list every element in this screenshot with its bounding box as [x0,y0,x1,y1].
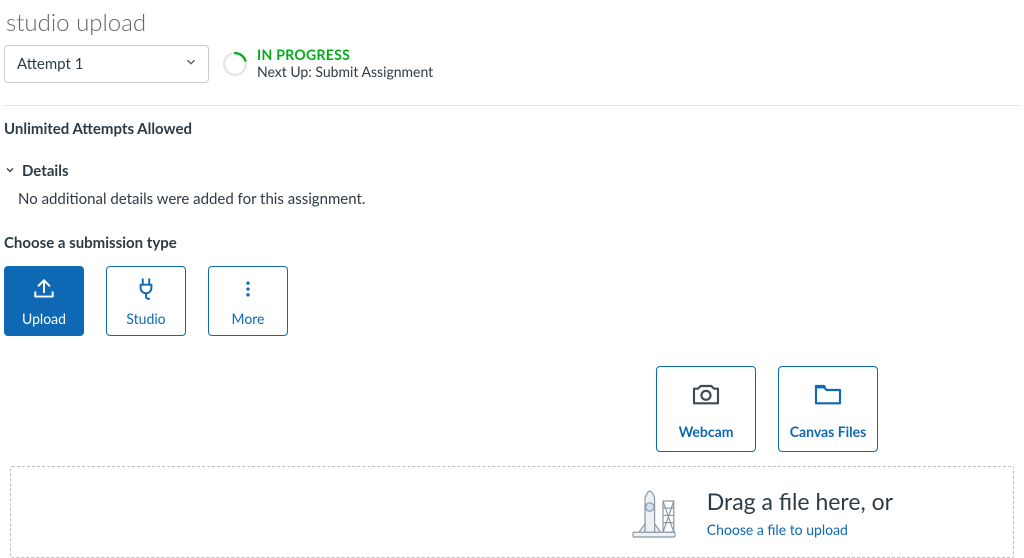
camera-icon [686,378,726,413]
attempts-note: Unlimited Attempts Allowed [4,120,1020,138]
details-toggle[interactable]: Details [4,162,1020,180]
source-label: Canvas Files [790,423,867,440]
source-label: Webcam [679,423,734,440]
attempt-select[interactable]: Attempt 1 [4,45,209,83]
divider [4,105,1020,106]
details-header-label: Details [22,162,69,180]
source-webcam[interactable]: Webcam [656,366,756,452]
folder-icon [808,378,848,413]
plug-icon [133,276,159,302]
status-label: IN PROGRESS [257,47,433,64]
chevron-down-icon [184,55,198,73]
attempt-select-value: Attempt 1 [17,55,83,73]
submission-type-label: More [232,310,265,327]
submission-type-label: Upload [22,310,66,327]
status-next-up: Next Up: Submit Assignment [257,64,433,81]
choose-submission-label: Choose a submission type [4,234,1020,252]
more-vertical-icon [238,276,258,302]
choose-file-link[interactable]: Choose a file to upload [707,521,893,538]
submission-type-more[interactable]: More [208,266,288,336]
page-title: studio upload [6,8,1020,37]
upload-dropzone[interactable]: Drag a file here, or Choose a file to up… [10,466,1014,558]
source-canvas-files[interactable]: Canvas Files [778,366,878,452]
submission-type-studio[interactable]: Studio [106,266,186,336]
upload-icon [30,276,58,302]
dropzone-drag-text: Drag a file here, or [707,487,893,515]
details-body: No additional details were added for thi… [18,190,1020,208]
chevron-down-icon [4,162,16,180]
submission-type-label: Studio [126,310,165,327]
rocket-icon [615,475,687,549]
progress-spinner-icon [221,50,249,78]
submission-type-upload[interactable]: Upload [4,266,84,336]
